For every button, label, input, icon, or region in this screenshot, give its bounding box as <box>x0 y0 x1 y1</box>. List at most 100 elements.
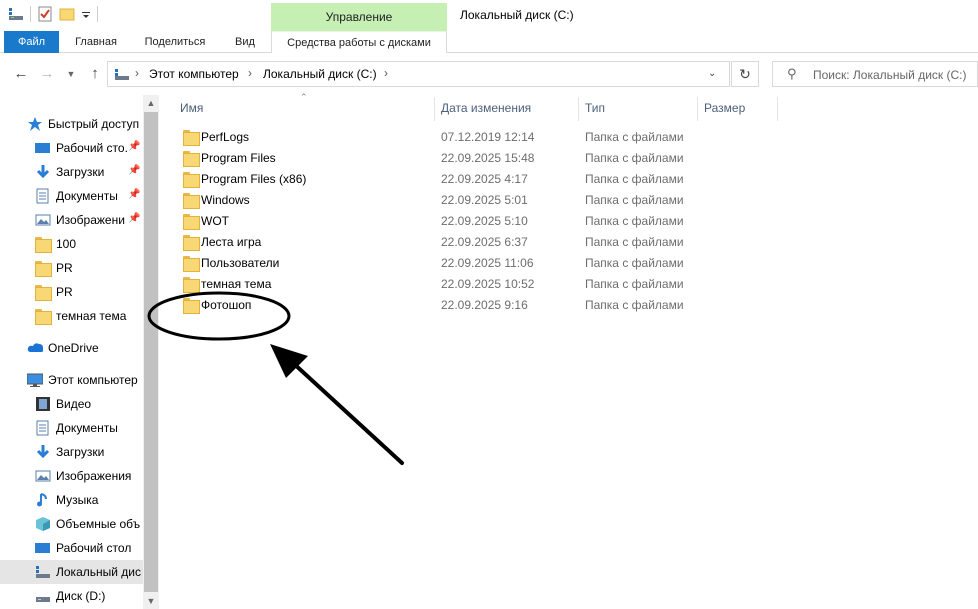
table-row[interactable]: Program Files 22.09.2025 15:48 Папка с ф… <box>177 148 737 169</box>
folder-icon <box>35 309 52 325</box>
file-date: 22.09.2025 6:37 <box>441 235 528 249</box>
nav-label: Объемные объ <box>56 517 141 531</box>
nav-quick-item[interactable]: PR <box>0 280 143 304</box>
download-arrow-icon <box>36 445 50 459</box>
nav-quick-item[interactable]: 100 <box>0 232 143 256</box>
breadcrumb-separator: › <box>384 66 388 80</box>
file-type: Папка с файлами <box>585 193 684 207</box>
download-arrow-icon <box>36 165 50 179</box>
quick-access-toolbar <box>8 6 98 22</box>
folder-icon <box>35 261 52 277</box>
file-name: WOT <box>201 214 229 228</box>
column-divider[interactable] <box>434 97 435 121</box>
nav-pc-item[interactable]: Объемные объ <box>0 512 143 536</box>
nav-quick-item[interactable]: темная тема <box>0 304 143 328</box>
chevron-down-icon[interactable]: ⌄ <box>708 68 716 79</box>
column-header-size[interactable]: Размер <box>704 101 745 115</box>
nav-onedrive[interactable]: OneDrive <box>0 336 143 360</box>
nav-quick-item[interactable]: Документы 📌 <box>0 184 143 208</box>
file-type: Папка с файлами <box>585 277 684 291</box>
column-header-type[interactable]: Тип <box>585 101 605 115</box>
back-arrow-icon[interactable]: ← <box>12 65 30 83</box>
folder-icon <box>183 256 200 272</box>
forward-arrow-icon[interactable]: → <box>38 65 56 83</box>
table-row[interactable]: WOT 22.09.2025 5:10 Папка с файлами <box>177 211 737 232</box>
table-row[interactable]: Windows 22.09.2025 5:01 Папка с файлами <box>177 190 737 211</box>
pin-icon[interactable]: 📌 <box>128 165 140 176</box>
nav-pc-item[interactable]: Музыка <box>0 488 143 512</box>
table-row[interactable]: Леста игра 22.09.2025 6:37 Папка с файла… <box>177 232 737 253</box>
scrollbar-thumb[interactable] <box>144 112 158 592</box>
folder-icon <box>35 285 52 301</box>
file-name: Пользователи <box>201 256 280 270</box>
drive-icon[interactable] <box>8 6 24 22</box>
file-type: Папка с файлами <box>585 151 684 165</box>
tab-disk-tools[interactable]: Средства работы с дисками <box>271 31 447 53</box>
file-name: Program Files <box>201 151 276 165</box>
pin-icon[interactable]: 📌 <box>128 189 140 200</box>
nav-pc-item[interactable]: Диск (D:) <box>0 584 143 608</box>
refresh-button[interactable]: ↻ <box>731 61 759 87</box>
nav-quick-item[interactable]: Рабочий сто. 📌 <box>0 136 143 160</box>
column-divider[interactable] <box>578 97 579 121</box>
nav-label: Изображения <box>56 469 132 483</box>
column-header-name[interactable]: Имя <box>180 101 203 115</box>
file-date: 22.09.2025 10:52 <box>441 277 535 291</box>
table-row[interactable]: темная тема 22.09.2025 10:52 Папка с фай… <box>177 274 737 295</box>
nav-pc-item[interactable]: Изображения <box>0 464 143 488</box>
nav-quick-item[interactable]: Изображени 📌 <box>0 208 143 232</box>
breadcrumb-separator: › <box>248 66 252 80</box>
nav-pc-item[interactable]: Видео <box>0 392 143 416</box>
tab-share[interactable]: Поделиться <box>136 31 214 53</box>
nav-this-pc[interactable]: Этот компьютер <box>0 368 143 392</box>
address-bar[interactable]: › Этот компьютер › Локальный диск (C:) ›… <box>107 61 730 87</box>
refresh-icon: ↻ <box>739 66 751 82</box>
properties-icon[interactable] <box>37 6 53 22</box>
nav-quick-access[interactable]: Быстрый доступ <box>0 112 143 136</box>
customize-toolbar-icon[interactable] <box>81 6 91 22</box>
cloud-icon <box>27 343 43 352</box>
breadcrumb-separator: › <box>135 66 139 80</box>
desktop-icon <box>35 143 50 153</box>
file-date: 22.09.2025 4:17 <box>441 172 528 186</box>
file-date: 07.12.2019 12:14 <box>441 130 535 144</box>
nav-pc-item[interactable]: Документы <box>0 416 143 440</box>
nav-pc-item-local-disk[interactable]: Локальный дис <box>0 560 143 584</box>
nav-label: Рабочий сто. <box>56 141 128 155</box>
folder-icon <box>35 237 52 253</box>
column-header-date[interactable]: Дата изменения <box>441 101 531 115</box>
search-input[interactable]: ⚲ Поиск: Локальный диск (C:) <box>772 61 978 87</box>
table-row[interactable]: Пользователи 22.09.2025 11:06 Папка с фа… <box>177 253 737 274</box>
tab-view[interactable]: Вид <box>228 31 262 53</box>
nav-scrollbar[interactable]: ▲ ▼ <box>143 95 159 609</box>
breadcrumb-local-disk[interactable]: Локальный диск (C:) <box>263 67 377 81</box>
nav-pc-item[interactable]: Рабочий стол <box>0 536 143 560</box>
column-divider[interactable] <box>777 97 778 121</box>
desktop-icon <box>35 543 50 553</box>
new-folder-icon[interactable] <box>59 6 75 22</box>
file-name: Windows <box>201 193 250 207</box>
table-row[interactable]: PerfLogs 07.12.2019 12:14 Папка с файлам… <box>177 127 737 148</box>
pin-icon[interactable]: 📌 <box>128 141 140 152</box>
nav-quick-item[interactable]: Загрузки 📌 <box>0 160 143 184</box>
folder-icon <box>183 235 200 251</box>
sort-arrow-icon: ⌃ <box>300 92 308 102</box>
breadcrumb-this-pc[interactable]: Этот компьютер <box>149 67 239 81</box>
file-type: Папка с файлами <box>585 172 684 186</box>
table-row[interactable]: Фотошоп 22.09.2025 9:16 Папка с файлами <box>177 295 737 316</box>
pin-icon[interactable]: 📌 <box>128 213 140 224</box>
column-divider[interactable] <box>697 97 698 121</box>
table-row[interactable]: Program Files (x86) 22.09.2025 4:17 Папк… <box>177 169 737 190</box>
file-type: Папка с файлами <box>585 235 684 249</box>
up-arrow-icon[interactable]: ↑ <box>86 65 104 83</box>
scroll-down-icon[interactable]: ▼ <box>143 593 159 609</box>
recent-locations-icon[interactable]: ▼ <box>62 65 80 83</box>
nav-quick-item[interactable]: PR <box>0 256 143 280</box>
nav-pc-item[interactable]: Загрузки <box>0 440 143 464</box>
nav-label: темная тема <box>56 309 127 323</box>
scroll-up-icon[interactable]: ▲ <box>143 95 159 111</box>
tab-manage[interactable]: Управление <box>271 3 447 31</box>
tab-home[interactable]: Главная <box>68 31 124 53</box>
tab-file[interactable]: Файл <box>4 31 59 53</box>
file-type: Папка с файлами <box>585 298 684 312</box>
